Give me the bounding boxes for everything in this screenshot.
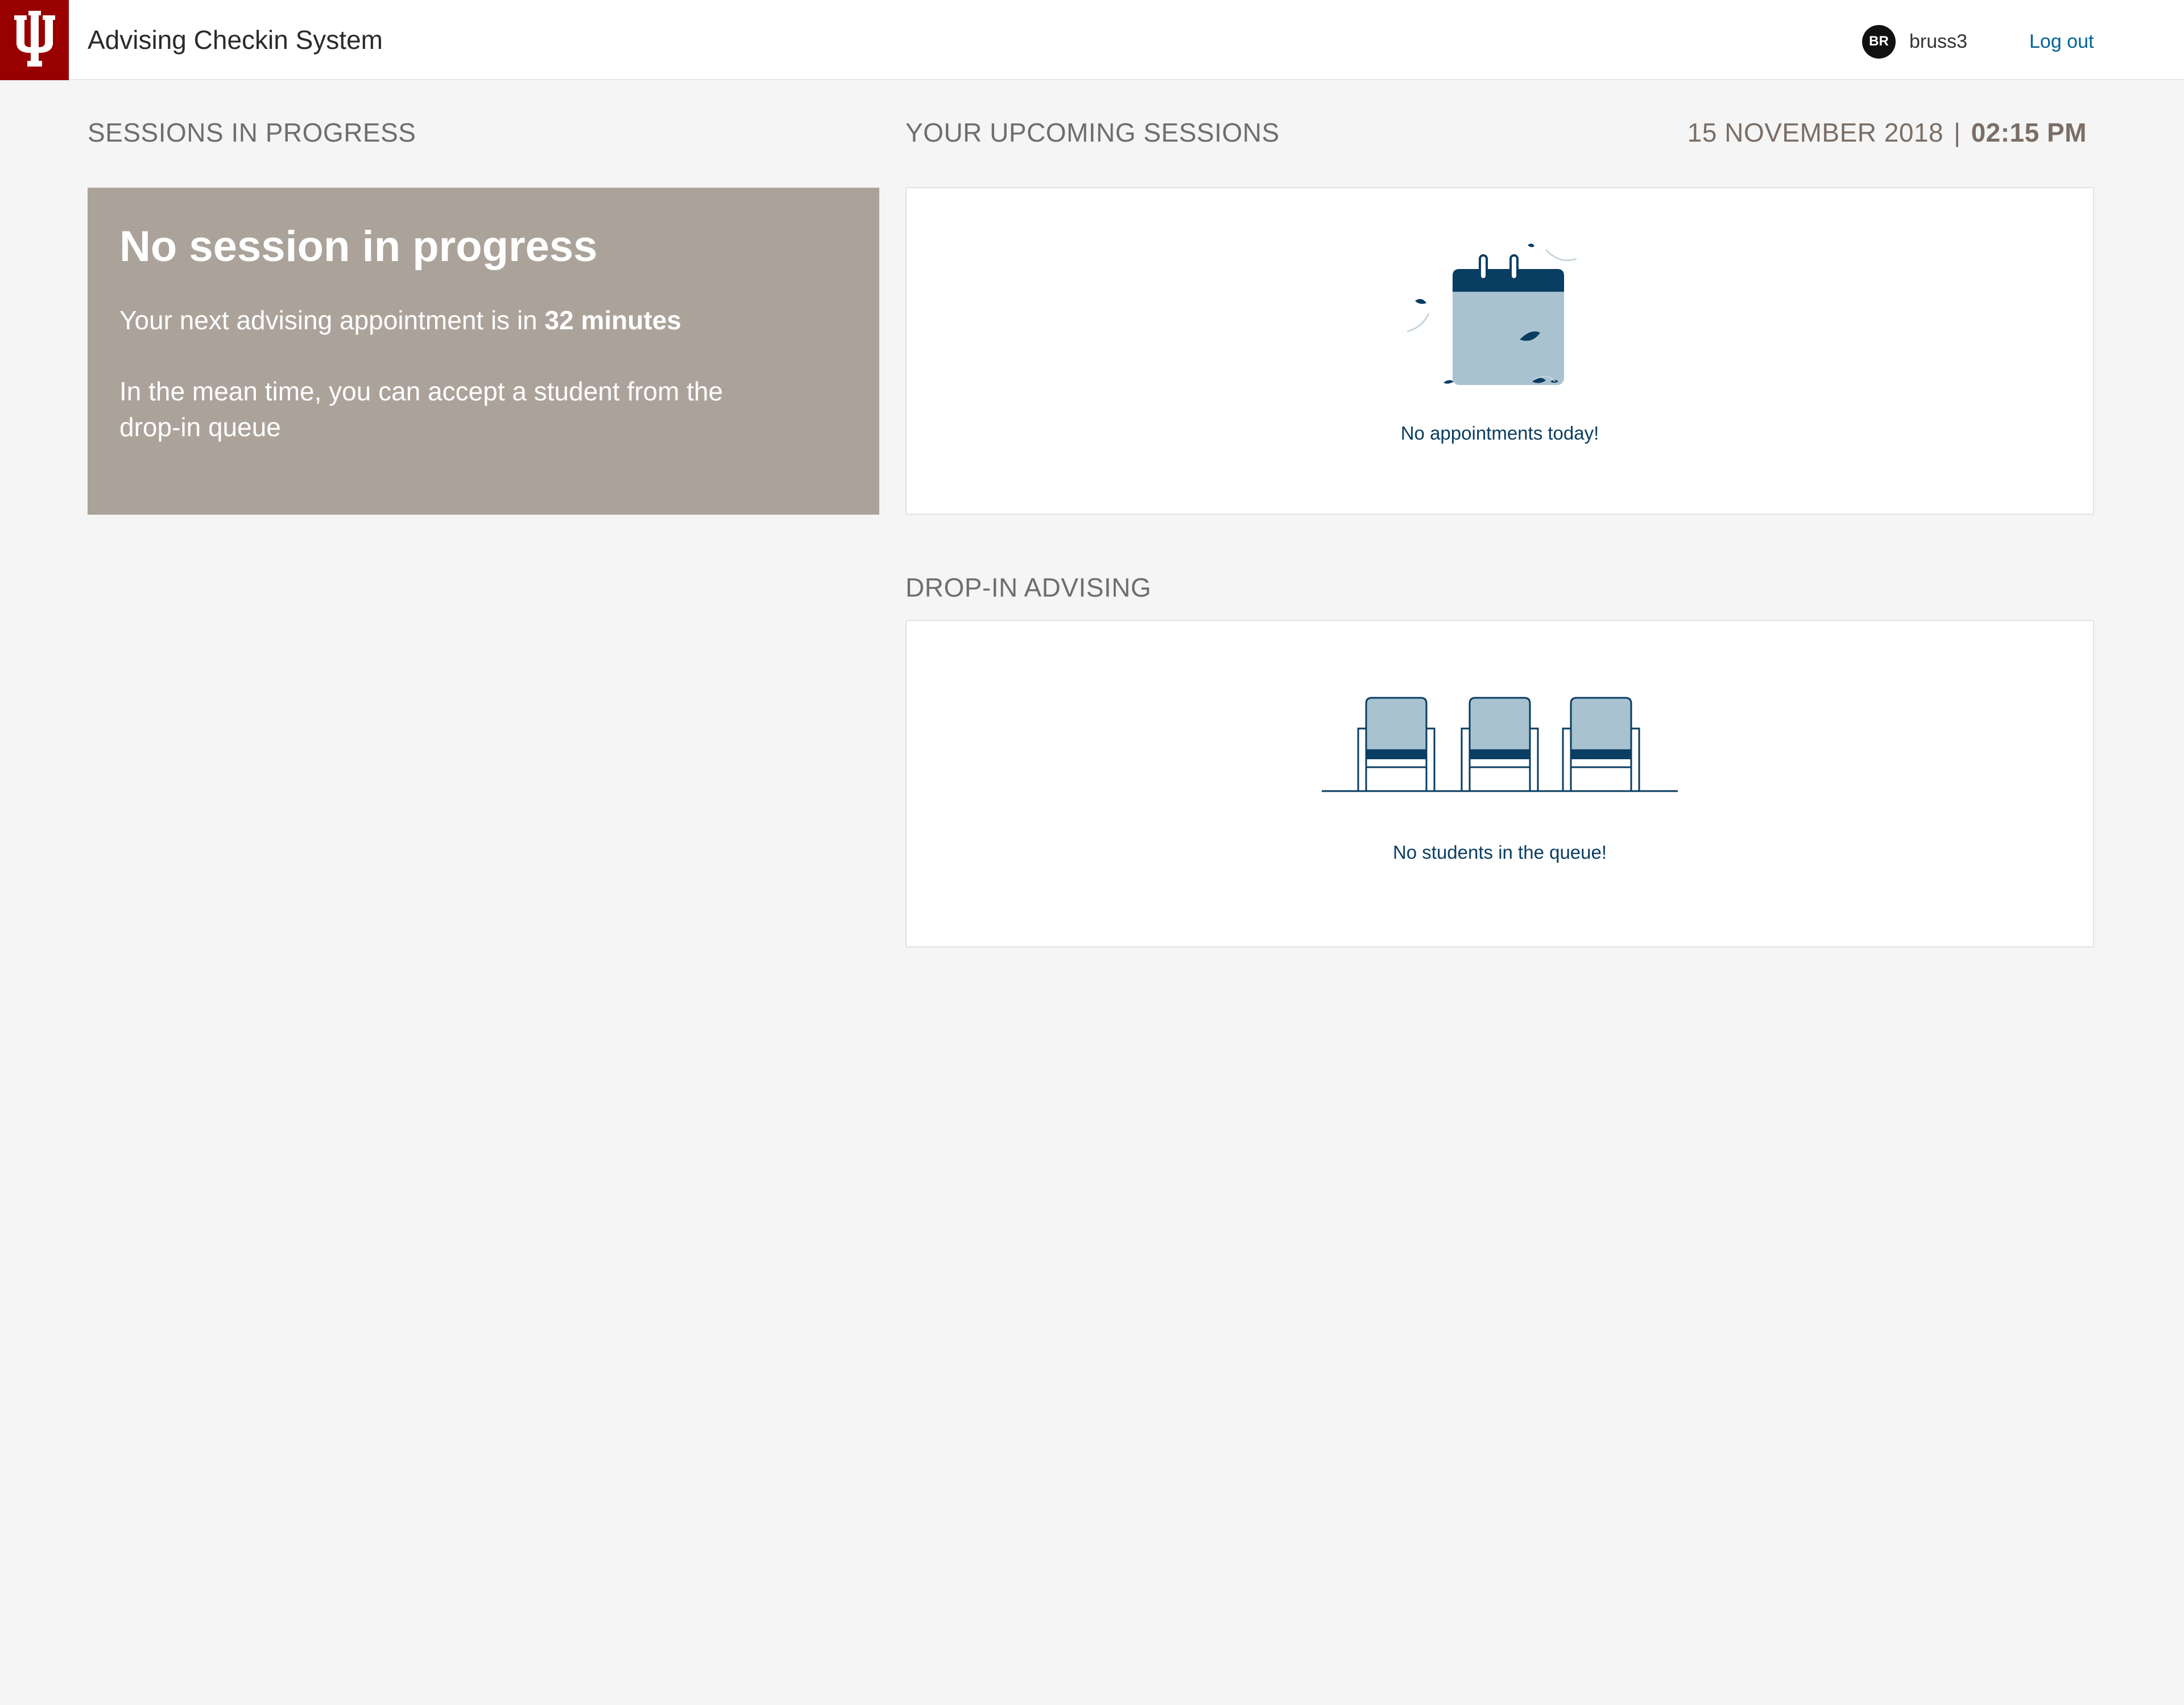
iu-trident-logo[interactable]: [0, 0, 69, 80]
top-header: Advising Checkin System BR bruss3 Log ou…: [0, 0, 2184, 80]
trident-icon: [14, 10, 55, 67]
session-progress-card: No session in progress Your next advisin…: [88, 188, 879, 515]
no-students-message: No students in the queue!: [1392, 842, 1607, 863]
datetime-separator: |: [1954, 118, 1961, 147]
upcoming-sessions-panel: No appointments today!: [905, 187, 2094, 515]
upcoming-sessions-heading: YOUR UPCOMING SESSIONS: [905, 118, 1280, 147]
next-appointment-countdown: 32 minutes: [544, 305, 681, 335]
calendar-icon: [1406, 238, 1594, 395]
drop-in-advising-heading: DROP-IN ADVISING: [905, 573, 1152, 602]
current-datetime: 15 NOVEMBER 2018 | 02:15 PM: [1687, 117, 2087, 148]
waiting-chairs-icon: [1321, 697, 1679, 796]
avatar[interactable]: BR: [1862, 24, 1896, 59]
logout-link[interactable]: Log out: [2029, 24, 2094, 59]
app-title: Advising Checkin System: [88, 25, 383, 55]
no-session-title: No session in progress: [119, 222, 598, 271]
sessions-in-progress-heading: SESSIONS IN PROGRESS: [88, 118, 416, 147]
username-label: bruss3: [1909, 30, 1968, 52]
no-appointments-message: No appointments today!: [1400, 423, 1599, 444]
current-time: 02:15 PM: [1971, 118, 2087, 147]
current-date: 15 NOVEMBER 2018: [1687, 118, 1944, 147]
user-menu[interactable]: BR bruss3: [1862, 24, 1967, 59]
drop-in-panel: No students in the queue!: [905, 620, 2094, 947]
next-appointment-text: Your next advising appointment is in 32 …: [119, 305, 847, 336]
next-appointment-prefix: Your next advising appointment is in: [119, 305, 545, 335]
meantime-text: In the mean time, you can accept a stude…: [119, 376, 723, 442]
